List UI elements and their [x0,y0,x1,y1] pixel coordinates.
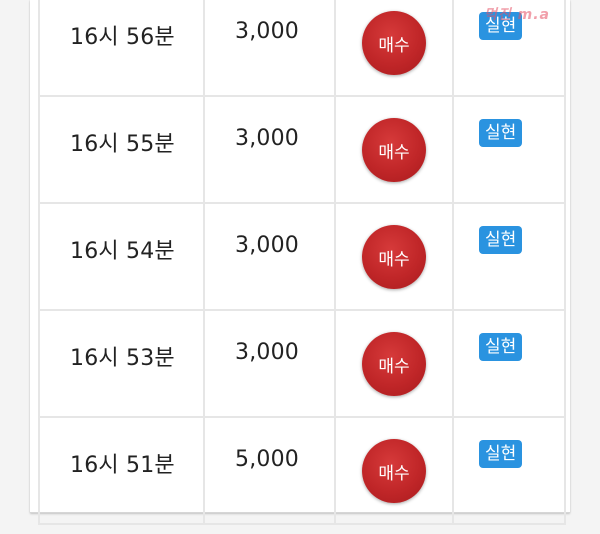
time-cell: 16시 51분 [70,453,175,478]
buy-button[interactable]: 매수 [362,11,426,75]
amount-cell: 3,000 [235,126,299,151]
buy-button[interactable]: 매수 [362,225,426,289]
buy-button[interactable]: 매수 [362,332,426,396]
trade-table: 16시 56분 3,000 매수 실현 16시 55분 3,000 매수 실현 … [38,0,566,525]
amount-cell: 3,000 [235,340,299,365]
time-cell: 16시 53분 [70,346,175,371]
table-row: 16시 51분 5,000 매수 실현 [40,418,564,525]
time-cell: 16시 55분 [70,132,175,157]
amount-cell: 3,000 [235,233,299,258]
time-cell: 16시 56분 [70,25,175,50]
status-badge: 실현 [479,440,523,468]
status-badge: 실현 [479,119,523,147]
time-cell: 16시 54분 [70,239,175,264]
watermark-logo: 먹진 m.a [484,7,550,23]
status-badge: 실현 [479,333,523,361]
status-badge: 실현 [479,226,523,254]
trade-history-panel: 16시 56분 3,000 매수 실현 16시 55분 3,000 매수 실현 … [30,0,570,525]
amount-cell: 5,000 [235,447,299,472]
table-row: 16시 54분 3,000 매수 실현 [40,204,564,311]
buy-button[interactable]: 매수 [362,118,426,182]
table-row: 16시 55분 3,000 매수 실현 [40,97,564,204]
amount-cell: 3,000 [235,19,299,44]
table-row: 16시 53분 3,000 매수 실현 [40,311,564,418]
buy-button[interactable]: 매수 [362,439,426,503]
